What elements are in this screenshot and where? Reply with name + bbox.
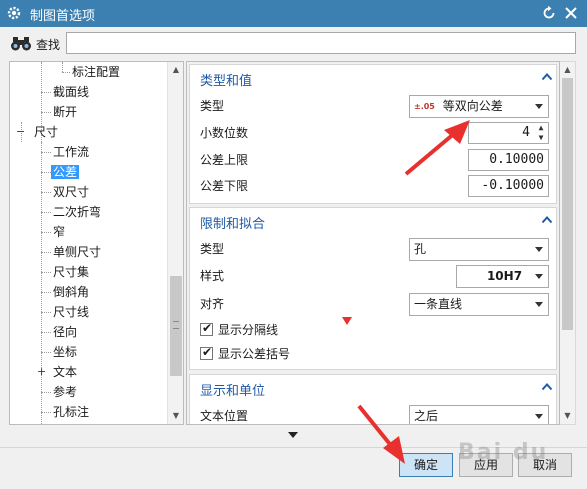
chevron-down-icon: [535, 247, 543, 252]
upper-tolerance-field[interactable]: 0.10000: [468, 149, 549, 171]
lower-tolerance-label: 公差下限: [200, 179, 249, 193]
chevron-up-icon[interactable]: [541, 214, 553, 226]
tree-item-radial[interactable]: 径向: [53, 322, 77, 342]
tolerance-type-icon: ±.05: [414, 102, 435, 111]
group-limits-fits: 限制和拟合 类型 孔 样式 10H7 对齐 一条直线 ✔ 显示分隔线 ✔ 显示公…: [189, 207, 557, 370]
tree-item-dimension-line[interactable]: 尺寸线: [53, 302, 89, 322]
chevron-up-icon[interactable]: [541, 381, 553, 393]
upper-tolerance-value: 0.10000: [489, 152, 544, 167]
tree-scroll-thumb[interactable]: [170, 276, 182, 376]
tree-item-chamfer[interactable]: 倒斜角: [53, 282, 89, 302]
tree-item-text[interactable]: 文本: [53, 362, 77, 382]
settings-scroll-thumb[interactable]: [562, 78, 573, 330]
show-brackets-checkbox[interactable]: ✔: [200, 345, 213, 360]
alignment-label: 对齐: [200, 297, 225, 311]
ok-button[interactable]: 确定: [399, 453, 453, 477]
tree-item-unilateral-dimension[interactable]: 单侧尺寸: [53, 242, 101, 262]
show-separator-label: 显示分隔线: [218, 323, 279, 337]
group-title: 显示和单位: [200, 384, 266, 399]
reset-icon[interactable]: [541, 5, 557, 21]
tree-item-dual-dimension[interactable]: 双尺寸: [53, 182, 89, 202]
checkmark-icon: ✔: [202, 345, 213, 359]
tolerance-type-value: 等双向公差: [442, 99, 503, 113]
group-header[interactable]: 类型和值: [190, 65, 556, 91]
tree-item-dimension[interactable]: 尺寸: [34, 122, 58, 142]
tree-item-annotation-config[interactable]: 标注配置: [72, 62, 120, 82]
tree-scrollbar[interactable]: ▲ ▼: [167, 62, 183, 424]
settings-panel: 类型和值 类型 ±.05 等双向公差 小数位数 4 ▲ ▼ 公差上限 0.100…: [186, 61, 560, 425]
fit-style-label: 样式: [200, 269, 225, 283]
scroll-up-icon[interactable]: ▲: [168, 62, 183, 78]
tree-item-reference[interactable]: 参考: [53, 382, 77, 402]
spin-up-icon[interactable]: ▲: [535, 123, 547, 133]
find-label: 查找: [36, 38, 61, 52]
chevron-down-icon: [535, 414, 543, 419]
fit-type-label: 类型: [200, 242, 225, 256]
text-position-value: 之后: [414, 409, 439, 423]
type-label: 类型: [200, 99, 225, 113]
tree-item-break[interactable]: 断开: [53, 102, 77, 122]
binoculars-icon: [11, 37, 31, 51]
decimals-label: 小数位数: [200, 126, 249, 140]
lower-tolerance-field[interactable]: -0.10000: [468, 175, 549, 197]
collapse-icon[interactable]: −: [16, 126, 25, 137]
find-bar: 查找: [0, 27, 587, 61]
more-options-icon[interactable]: [288, 432, 298, 438]
group-header[interactable]: 显示和单位: [190, 375, 556, 401]
title-bar: 制图首选项: [0, 0, 587, 27]
group-type-value: 类型和值 类型 ±.05 等双向公差 小数位数 4 ▲ ▼ 公差上限 0.100…: [189, 64, 557, 204]
upper-tolerance-label: 公差上限: [200, 153, 249, 167]
tree-item-narrow[interactable]: 窄: [53, 222, 65, 242]
spin-down-icon[interactable]: ▼: [535, 133, 547, 143]
group-title: 类型和值: [200, 74, 253, 89]
window-title: 制图首选项: [30, 9, 96, 24]
tree-item-hole-callout[interactable]: 孔标注: [53, 402, 89, 422]
fit-style-select[interactable]: 10H7: [456, 265, 549, 288]
group-display-units: 显示和单位 文本位置 之后: [189, 374, 557, 424]
decimals-value: 4: [522, 125, 530, 140]
alignment-select[interactable]: 一条直线: [409, 293, 549, 316]
gear-icon: [7, 6, 21, 20]
fit-type-select[interactable]: 孔: [409, 238, 549, 261]
fit-style-value: 10H7: [486, 269, 523, 283]
settings-scrollbar[interactable]: ▲ ▼: [560, 61, 576, 425]
group-header[interactable]: 限制和拟合: [190, 208, 556, 234]
tree-item-dimension-set[interactable]: 尺寸集: [53, 262, 89, 282]
expand-icon[interactable]: +: [37, 366, 46, 377]
show-separator-checkbox[interactable]: ✔: [200, 321, 213, 336]
chevron-up-icon[interactable]: [541, 71, 553, 83]
group-title: 限制和拟合: [200, 217, 266, 232]
chevron-down-icon: [535, 274, 543, 279]
lower-tolerance-value: -0.10000: [481, 178, 544, 193]
close-icon[interactable]: [563, 5, 579, 21]
scroll-up-icon[interactable]: ▲: [560, 62, 575, 78]
tree-item-section-line[interactable]: 截面线: [53, 82, 89, 102]
decimals-stepper[interactable]: 4 ▲ ▼: [468, 122, 549, 144]
tree-item-tolerance[interactable]: 公差: [51, 162, 80, 182]
fit-type-value: 孔: [414, 242, 427, 256]
chevron-down-icon: [535, 302, 543, 307]
category-tree: 标注配置 截面线 断开 − 尺寸 工作流 公差 双尺寸 二次折弯 窄 单侧尺寸 …: [9, 61, 184, 425]
tolerance-type-select[interactable]: ±.05 等双向公差: [409, 95, 549, 118]
watermark: Bai du: [458, 440, 549, 465]
tree-item-workflow[interactable]: 工作流: [53, 142, 89, 162]
checkmark-icon: ✔: [202, 321, 213, 335]
alignment-value: 一条直线: [414, 297, 463, 311]
text-position-label: 文本位置: [200, 409, 249, 423]
tree-item-coordinate[interactable]: 坐标: [53, 342, 77, 362]
tree-item-secondary-fold[interactable]: 二次折弯: [53, 202, 101, 222]
scroll-down-icon[interactable]: ▼: [560, 408, 575, 424]
scroll-down-icon[interactable]: ▼: [168, 408, 183, 424]
chevron-down-icon: [535, 104, 543, 109]
find-input[interactable]: [66, 32, 576, 54]
show-brackets-label: 显示公差括号: [218, 347, 291, 361]
text-position-select[interactable]: 之后: [409, 405, 549, 424]
